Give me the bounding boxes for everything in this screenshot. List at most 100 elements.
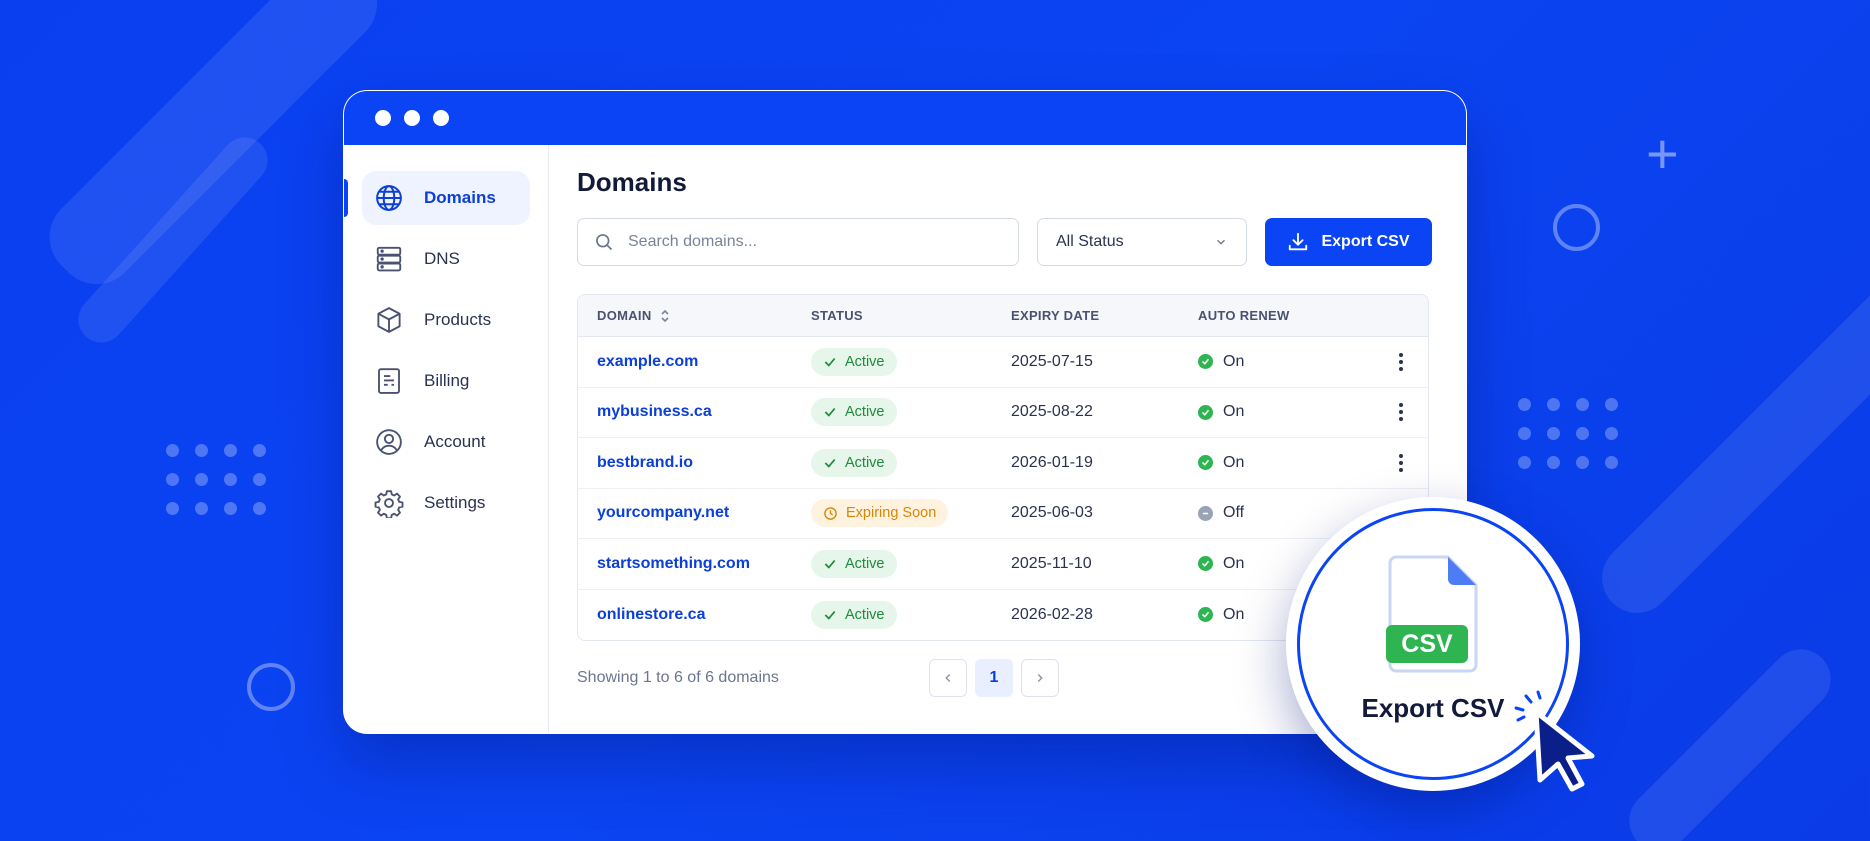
- chevron-right-icon: [1037, 674, 1043, 682]
- sidebar-item-label: Billing: [424, 371, 470, 390]
- sidebar-item-label: Products: [424, 310, 492, 329]
- window-dot[interactable]: [433, 110, 449, 126]
- check-circle-icon: [1198, 404, 1213, 420]
- page-title: Domains: [577, 167, 687, 197]
- download-icon: [1289, 232, 1308, 251]
- status-badge: Active: [811, 600, 897, 629]
- sidebar-item-label: Settings: [424, 493, 486, 512]
- column-header-renew: AUTO RENEW: [1198, 308, 1290, 323]
- csv-file-icon: CSV: [1386, 555, 1480, 680]
- page-button[interactable]: 1: [975, 659, 1013, 697]
- chevron-left-icon: [945, 674, 951, 682]
- status-text: Active: [845, 404, 885, 421]
- column-header-label: DOMAIN: [597, 308, 652, 323]
- search-box[interactable]: [577, 218, 1019, 266]
- bg-stripe: [1587, 252, 1870, 628]
- auto-renew-value: On: [1223, 403, 1245, 421]
- check-circle-icon: [1198, 455, 1213, 471]
- sidebar-item-label: DNS: [424, 249, 460, 268]
- expiry-date: 2025-08-22: [1011, 403, 1093, 421]
- status-badge: Active: [811, 549, 897, 578]
- sidebar-item-dns[interactable]: DNS: [362, 232, 530, 286]
- sidebar-item-account[interactable]: Account: [362, 415, 530, 469]
- table-row: bestbrand.io Active 2026-01-19 On: [578, 438, 1428, 489]
- plus-decoration: +: [1646, 122, 1679, 185]
- invoice-icon: [378, 368, 400, 394]
- status-text: Active: [845, 555, 885, 572]
- ring-decoration: [247, 663, 295, 711]
- server-icon: [376, 246, 402, 272]
- pagination: 1: [929, 659, 1059, 697]
- domain-link[interactable]: yourcompany.net: [597, 504, 729, 522]
- status-text: Active: [845, 353, 885, 370]
- export-csv-label: Export CSV: [1321, 233, 1410, 250]
- table-row: example.com Active 2025-07-15 On: [578, 337, 1428, 388]
- status-text: Active: [845, 454, 885, 471]
- sidebar-item-domains[interactable]: Domains: [344, 171, 530, 225]
- window-dot[interactable]: [404, 110, 420, 126]
- table-header: DOMAIN STATUS EXPIRY DATE AUTO RENEW: [578, 295, 1428, 337]
- mouse-pointer-icon: [1533, 709, 1595, 792]
- dot-grid: [1518, 398, 1618, 469]
- chevron-down-icon: [1217, 239, 1225, 245]
- bg-stripe: [33, 0, 394, 301]
- domain-link[interactable]: example.com: [597, 353, 698, 371]
- sort-icon: [660, 309, 669, 322]
- status-badge: Expiring Soon: [811, 499, 949, 528]
- window-titlebar: [344, 91, 1466, 145]
- sidebar-item-settings[interactable]: Settings: [362, 476, 530, 530]
- expiry-date: 2025-06-03: [1011, 504, 1093, 522]
- status-filter-select[interactable]: All Status: [1037, 218, 1247, 266]
- status-badge: Active: [811, 347, 897, 376]
- expiry-date: 2025-11-10: [1011, 554, 1092, 572]
- check-circle-icon: [1198, 556, 1213, 572]
- expiry-date: 2025-07-15: [1011, 352, 1093, 370]
- window-dot[interactable]: [375, 110, 391, 126]
- column-header-domain[interactable]: DOMAIN: [578, 308, 811, 323]
- status-badge: Active: [811, 448, 897, 477]
- export-csv-button[interactable]: Export CSV: [1265, 218, 1432, 266]
- search-icon: [596, 234, 613, 251]
- domain-link[interactable]: bestbrand.io: [597, 454, 693, 472]
- dot-grid: [166, 444, 266, 515]
- expiry-date: 2026-01-19: [1011, 453, 1093, 471]
- minus-circle-icon: [1198, 505, 1213, 521]
- status-filter-value: All Status: [1056, 233, 1124, 250]
- check-icon: [824, 357, 836, 367]
- box-icon: [377, 307, 401, 333]
- row-menu-icon[interactable]: [1393, 450, 1409, 476]
- expiry-date: 2026-02-28: [1011, 605, 1093, 623]
- row-menu-icon[interactable]: [1393, 349, 1409, 375]
- bg-stripe: [1616, 636, 1844, 841]
- check-icon: [824, 559, 836, 569]
- status-text: Expiring Soon: [846, 505, 937, 522]
- globe-icon: [376, 185, 402, 211]
- check-icon: [824, 610, 836, 620]
- domain-link[interactable]: startsomething.com: [597, 555, 750, 573]
- sidebar-item-label: Domains: [424, 188, 496, 207]
- prev-page-button[interactable]: [929, 659, 967, 697]
- status-text: Active: [845, 606, 885, 623]
- sidebar-item-products[interactable]: Products: [362, 293, 530, 347]
- ring-decoration: [1553, 204, 1600, 251]
- check-icon: [824, 458, 836, 468]
- next-page-button[interactable]: [1021, 659, 1059, 697]
- sidebar: Domains DNS Products Billing Account Set…: [344, 145, 549, 733]
- auto-renew-value: On: [1223, 554, 1245, 572]
- auto-renew-value: On: [1223, 605, 1245, 623]
- sidebar-item-billing[interactable]: Billing: [362, 354, 530, 408]
- row-menu-icon[interactable]: [1393, 399, 1409, 425]
- auto-renew-value: On: [1223, 453, 1245, 471]
- status-badge: Active: [811, 398, 897, 427]
- check-circle-icon: [1198, 354, 1213, 370]
- toolbar: All Status Export CSV: [577, 218, 1432, 266]
- domain-link[interactable]: mybusiness.ca: [597, 403, 712, 421]
- search-input[interactable]: [628, 233, 988, 251]
- pagination-summary: Showing 1 to 6 of 6 domains: [577, 669, 779, 686]
- check-circle-icon: [1198, 607, 1213, 623]
- csv-badge-text: CSV: [1401, 630, 1453, 658]
- domain-link[interactable]: onlinestore.ca: [597, 606, 705, 624]
- column-header-expiry: EXPIRY DATE: [1011, 308, 1100, 323]
- gear-icon: [374, 490, 404, 518]
- user-circle-icon: [376, 429, 402, 455]
